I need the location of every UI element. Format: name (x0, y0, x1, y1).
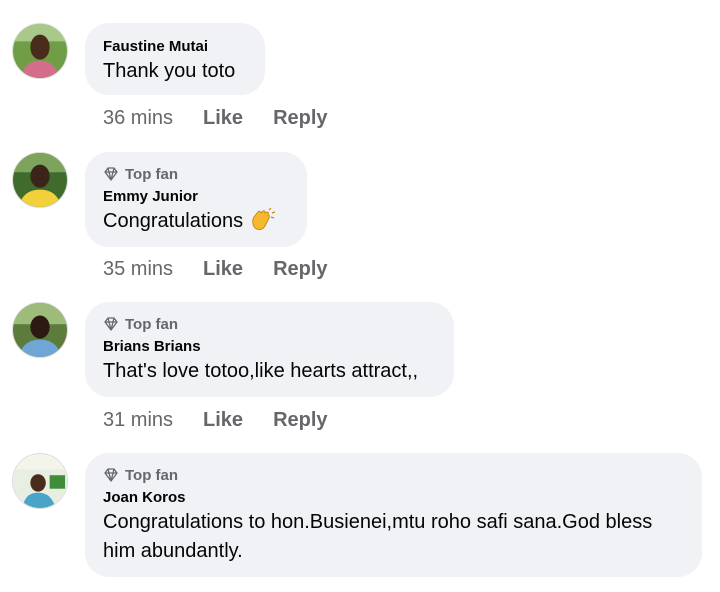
clapping-hands-emoji (249, 207, 276, 241)
reply-button[interactable]: Reply (273, 258, 327, 281)
top-fan-label: Top fan (125, 466, 179, 484)
top-fan-badge: Top fan (103, 465, 683, 485)
comment-text-content: Congratulations (103, 210, 244, 232)
top-fan-badge: Top fan (103, 164, 288, 184)
like-button[interactable]: Like (203, 258, 243, 281)
comment-bubble: Top fan Joan Koros Congratulations to ho… (85, 453, 702, 577)
avatar[interactable] (12, 453, 68, 509)
top-fan-label: Top fan (125, 315, 179, 333)
comment-bubble: Faustine Mutai Thank you toto (85, 23, 265, 95)
comment-author[interactable]: Faustine Mutai (103, 37, 246, 57)
comment-actions: 35 mins Like Reply (103, 258, 328, 281)
top-fan-badge: Top fan (103, 314, 435, 334)
reply-button[interactable]: Reply (273, 107, 327, 130)
avatar[interactable] (12, 23, 68, 79)
top-fan-label: Top fan (125, 165, 179, 183)
comment-bubble: Top fan Brians Brians That's love totoo,… (85, 302, 454, 397)
comment-author[interactable]: Emmy Junior (103, 187, 288, 207)
comment-actions: 31 mins Like Reply (103, 409, 328, 432)
comment-text-line-1: Congratulations to hon.Busienei,mtu roho… (103, 511, 653, 533)
comment-timestamp[interactable]: 31 mins (103, 409, 173, 432)
diamond-icon (104, 167, 118, 181)
comment-author[interactable]: Joan Koros (103, 488, 683, 508)
comment-text-line-2: him abundantly. (103, 540, 243, 562)
avatar[interactable] (12, 152, 68, 208)
diamond-icon (104, 317, 118, 331)
comment-timestamp[interactable]: 35 mins (103, 258, 173, 281)
diamond-icon (104, 468, 118, 482)
like-button[interactable]: Like (203, 107, 243, 130)
comment-author[interactable]: Brians Brians (103, 337, 435, 357)
comment-text: That's love totoo,like hearts attract,, (103, 360, 419, 382)
comment-text: Thank you toto (103, 60, 236, 82)
comment-text: Congratulations (103, 207, 288, 241)
comment-timestamp[interactable]: 36 mins (103, 107, 173, 130)
like-button[interactable]: Like (203, 409, 243, 432)
reply-button[interactable]: Reply (273, 409, 327, 432)
comment-actions: 36 mins Like Reply (103, 107, 328, 130)
avatar[interactable] (12, 302, 68, 358)
comment-bubble: Top fan Emmy Junior Congratulations (85, 152, 307, 247)
